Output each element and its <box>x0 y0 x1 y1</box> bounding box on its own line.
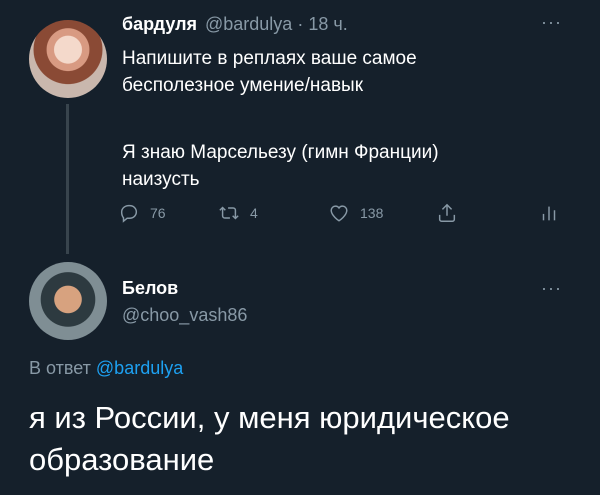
reply-to-handle-link[interactable]: @bardulya <box>96 358 183 378</box>
reply-to-line: В ответ @bardulya <box>29 358 183 379</box>
retweet-count: 4 <box>250 205 258 221</box>
author-name[interactable]: бардуля <box>122 14 197 35</box>
reply-icon <box>120 204 138 223</box>
analytics-icon <box>542 206 556 221</box>
avatar-bardulya[interactable] <box>29 20 107 98</box>
reply-button[interactable]: 76 <box>118 202 166 224</box>
share-button[interactable] <box>436 202 458 224</box>
retweet-icon <box>219 206 239 220</box>
reply-to-prefix: В ответ <box>29 358 91 378</box>
reply-count: 76 <box>150 205 166 221</box>
tweet-text-paragraph-2: Я знаю Марсельезу (гимн Франции) наизуст… <box>122 142 439 190</box>
like-button[interactable]: 138 <box>328 202 383 224</box>
more-icon[interactable]: ··· <box>541 278 562 299</box>
retweet-button[interactable]: 4 <box>218 202 258 224</box>
like-count: 138 <box>360 205 384 221</box>
author-handle-timestamp[interactable]: @bardulya · 18 ч. <box>205 14 348 35</box>
author-name[interactable]: Белов <box>122 278 178 299</box>
analytics-button[interactable] <box>538 202 560 224</box>
author-handle[interactable]: @choo_vash86 <box>122 305 247 326</box>
tweet-text-paragraph-1: Напишите в реплаях ваше самое бесполезно… <box>122 48 417 96</box>
reply-tweet-text: я из России, у меня юридическое образова… <box>29 400 510 477</box>
avatar-belov[interactable] <box>29 262 107 340</box>
share-icon <box>438 203 456 222</box>
tweet-actions: 76 4 138 <box>118 202 568 232</box>
more-icon[interactable]: ··· <box>541 12 562 33</box>
thread-line <box>66 104 69 254</box>
like-icon <box>330 205 348 222</box>
